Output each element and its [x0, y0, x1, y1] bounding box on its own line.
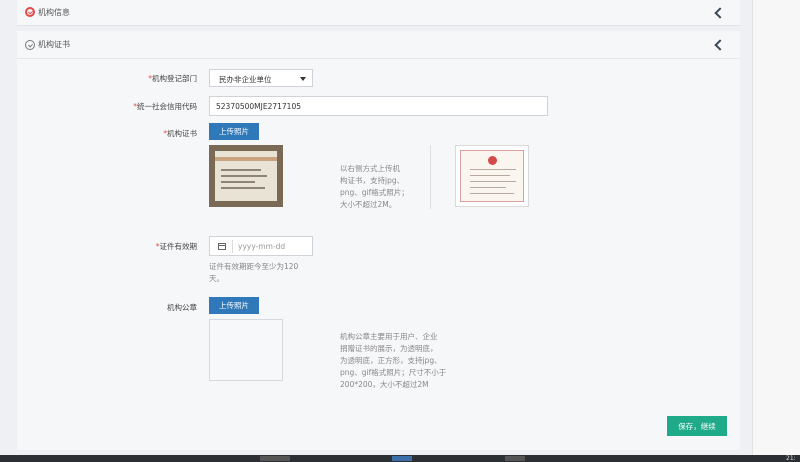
sample-certificate-image	[455, 145, 529, 207]
certificate-label: *机构证书	[163, 129, 197, 138]
upload-seal-button[interactable]: 上传照片	[209, 297, 259, 314]
divider	[430, 145, 431, 209]
credit-code-label: *统一社会信用代码	[133, 102, 197, 111]
taskbar-item[interactable]	[505, 456, 525, 461]
check-circle-icon	[25, 7, 35, 17]
taskbar-item[interactable]	[392, 456, 412, 461]
registry-select[interactable]: 民办非企业单位	[209, 69, 313, 87]
certificate-photo[interactable]	[209, 145, 283, 207]
seal-label: 机构公章	[167, 303, 197, 312]
chevron-left-icon[interactable]	[714, 7, 726, 19]
section-title-certificate: 机构证书	[38, 40, 70, 49]
right-scroll-area	[752, 0, 800, 455]
validity-date-placeholder: yyyy-mm-dd	[238, 242, 286, 251]
taskbar-clock: 21:	[786, 455, 796, 462]
chevron-left-icon[interactable]	[714, 39, 726, 51]
validity-label: *证件有效期	[155, 242, 197, 251]
section-header[interactable]: 机构证书	[17, 31, 740, 59]
page: 机构信息 机构证书 *机构登记部门 民办非企业单位 *统一社会信用代码 *机构证…	[0, 0, 752, 455]
section-institution-certificate: 机构证书 *机构登记部门 民办非企业单位 *统一社会信用代码 *机构证书 上传照…	[17, 31, 740, 450]
calendar-icon	[218, 243, 226, 250]
os-taskbar: 21:	[0, 455, 800, 462]
validity-date-input[interactable]: yyyy-mm-dd	[209, 236, 313, 256]
certificate-upload-note: 以右侧方式上传机 构证书，支持jpg、 png、gif格式照片； 大小不超过2M…	[340, 164, 409, 209]
taskbar-item[interactable]	[260, 456, 290, 461]
seal-upload-note: 机构公章主要用于用户、企业 捐赠证书的展示，为透明底， 为透明底，正方形，支持j…	[340, 332, 447, 389]
check-circle-icon	[25, 40, 35, 50]
registry-label: *机构登记部门	[148, 74, 197, 83]
validity-note: 证件有效期距今至少为120 天。	[209, 262, 299, 283]
emblem-icon	[488, 156, 497, 165]
section-institution-info[interactable]: 机构信息	[17, 0, 740, 26]
save-continue-button[interactable]: 保存，继续	[667, 416, 727, 436]
caret-down-icon	[300, 77, 306, 81]
seal-photo-placeholder[interactable]	[209, 319, 283, 381]
section-title-institution-info: 机构信息	[38, 8, 70, 17]
upload-certificate-button[interactable]: 上传照片	[209, 123, 259, 140]
credit-code-input[interactable]	[209, 96, 548, 116]
registry-select-value: 民办非企业单位	[219, 75, 272, 84]
